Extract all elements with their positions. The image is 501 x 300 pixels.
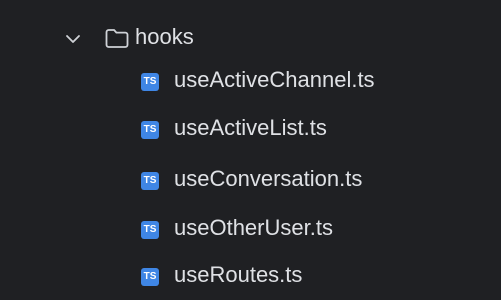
typescript-file-icon: TS [141,268,159,286]
chevron-down-icon[interactable] [64,30,82,48]
file-row-useConversation[interactable]: TS useConversation.ts [0,159,501,203]
folder-icon [105,29,129,48]
file-label: useActiveChannel.ts [174,67,375,92]
file-label: useOtherUser.ts [174,215,333,240]
file-label: useRoutes.ts [174,262,303,287]
file-label: useConversation.ts [174,166,363,191]
file-row-useActiveChannel[interactable]: TS useActiveChannel.ts [0,60,501,104]
file-row-useActiveList[interactable]: TS useActiveList.ts [0,108,501,152]
file-row-useOtherUser[interactable]: TS useOtherUser.ts [0,208,501,252]
typescript-file-icon: TS [141,221,159,239]
folder-row-hooks[interactable]: hooks [0,17,501,61]
typescript-file-icon: TS [141,172,159,190]
typescript-file-icon: TS [141,73,159,91]
folder-label: hooks [135,24,194,49]
typescript-file-icon: TS [141,121,159,139]
file-row-useRoutes[interactable]: TS useRoutes.ts [0,255,501,299]
file-label: useActiveList.ts [174,115,327,140]
project-file-tree: hooks TS useActiveChannel.ts TS useActiv… [0,0,501,300]
